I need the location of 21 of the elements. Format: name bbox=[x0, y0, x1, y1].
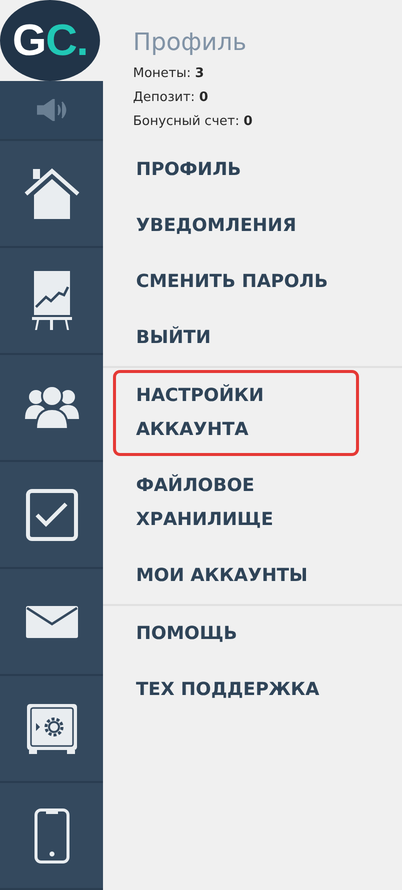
profile-title: Профиль bbox=[133, 28, 248, 56]
stat-text: Монеты: 3 bbox=[133, 65, 206, 83]
menu-link[interactable]: ТЕХ ПОДДЕРЖКА bbox=[113, 664, 342, 716]
home-icon[interactable] bbox=[24, 168, 80, 220]
menu-link[interactable]: МОИ АККАУНТЫ bbox=[113, 550, 331, 602]
menu-link[interactable]: ПОМОЩЬ bbox=[113, 608, 260, 660]
stat-text: Бонусный счет: 0 bbox=[133, 113, 254, 131]
chart-board-icon[interactable] bbox=[32, 270, 72, 330]
people-icon[interactable] bbox=[24, 384, 78, 430]
stat-text: Депозит: 0 bbox=[133, 89, 210, 107]
menu-link[interactable]: ПРОФИЛЬ bbox=[113, 144, 264, 196]
safe-icon[interactable] bbox=[26, 702, 78, 754]
phone-icon[interactable] bbox=[34, 808, 70, 864]
menu-link[interactable]: УВЕДОМЛЕНИЯ bbox=[113, 200, 320, 252]
menu-link[interactable]: ВЫЙТИ bbox=[113, 312, 234, 364]
menu-link[interactable]: НАСТРОЙКИ АККАУНТА bbox=[113, 370, 359, 456]
logo[interactable]: GC. bbox=[0, 0, 100, 81]
checkbox-icon[interactable] bbox=[26, 488, 78, 540]
menu-link[interactable]: СМЕНИТЬ ПАРОЛЬ bbox=[113, 256, 351, 308]
menu-link[interactable]: ФАЙЛОВОЕ ХРАНИЛИЩЕ bbox=[113, 460, 359, 546]
mail-icon[interactable] bbox=[26, 606, 78, 638]
